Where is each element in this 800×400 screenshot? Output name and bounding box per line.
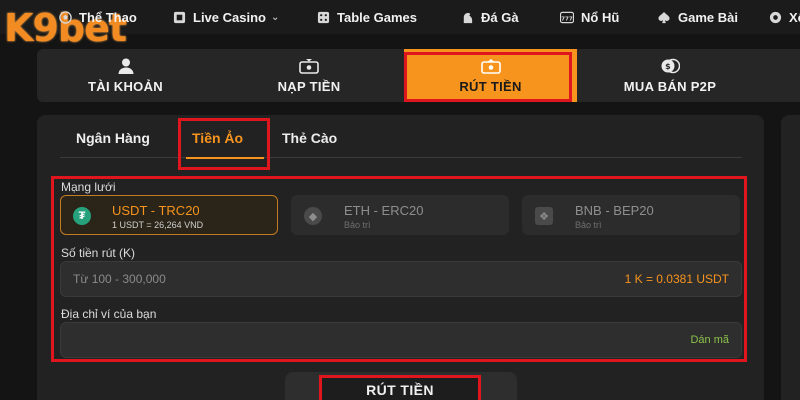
- nav-item-label: Xổ: [789, 9, 800, 25]
- nav-item-live-casino[interactable]: Live Casino ⌄: [172, 0, 279, 34]
- tab-label: MUA BÁN P2P: [623, 79, 717, 94]
- network-option-usdt-trc20[interactable]: ₮ USDT - TRC20 1 USDT = 26,264 VND: [60, 195, 278, 235]
- conversion-rate: 1 K = 0.0381 USDT: [624, 272, 729, 286]
- nav-item-table-games[interactable]: Table Games: [316, 0, 417, 34]
- wallet-address-input[interactable]: Dán mã: [60, 322, 742, 358]
- user-icon: [116, 57, 136, 75]
- withdraw-submit-button[interactable]: RÚT TIỀN: [322, 378, 478, 400]
- lottery-icon: [768, 10, 782, 24]
- network-option-bnb-bep20[interactable]: ❖ BNB - BEP20 Bảo trì: [522, 195, 740, 235]
- top-navigation: K9bet Thể Thao Live Casino ⌄ Table Games…: [0, 0, 800, 50]
- tab-bank[interactable]: Ngân Hàng: [76, 130, 150, 154]
- tether-icon: ₮: [73, 207, 91, 225]
- tab-label: NẠP TIỀN: [277, 79, 341, 94]
- nav-item-label: Đá Gà: [481, 9, 519, 25]
- network-label: Mạng lưới: [61, 180, 116, 194]
- amount-input[interactable]: Từ 100 - 300,000 1 K = 0.0381 USDT: [60, 261, 742, 297]
- tab-withdraw[interactable]: RÚT TIỀN: [404, 49, 577, 102]
- tab-p2p[interactable]: $ MUA BÁN P2P: [577, 49, 763, 102]
- network-status: Bảo trì: [575, 220, 602, 230]
- tab-scratch-card[interactable]: Thẻ Cào: [282, 130, 337, 154]
- slot-777-icon: 777: [560, 10, 574, 24]
- ethereum-icon: ◆: [304, 207, 322, 225]
- network-name: BNB - BEP20: [575, 203, 654, 218]
- amount-placeholder: Từ 100 - 300,000: [73, 272, 166, 286]
- tab-deposit[interactable]: NẠP TIỀN: [214, 49, 404, 102]
- wallet-in-icon: [299, 57, 319, 75]
- chevron-down-icon: ⌄: [270, 11, 280, 23]
- dice-icon: [316, 10, 330, 24]
- nav-item-card-games[interactable]: Game Bài: [657, 0, 738, 34]
- nav-item-label: Nổ Hũ: [581, 9, 620, 25]
- paste-button[interactable]: Dán mã: [690, 334, 729, 346]
- tab-divider: [60, 157, 742, 158]
- network-rate: 1 USDT = 26,264 VND: [112, 220, 204, 230]
- soccer-ball-icon: [58, 10, 72, 24]
- network-name: USDT - TRC20: [112, 203, 200, 218]
- wallet-out-icon: [480, 57, 501, 75]
- network-name: ETH - ERC20: [344, 203, 424, 218]
- nav-item-label: Game Bài: [678, 9, 738, 25]
- network-option-eth-erc20[interactable]: ◆ ETH - ERC20 Bảo trì: [291, 195, 509, 235]
- spade-icon: [657, 10, 671, 24]
- nav-item-label: Live Casino: [193, 9, 266, 25]
- side-panel: [781, 115, 800, 400]
- svg-text:$: $: [665, 62, 671, 71]
- tab-crypto[interactable]: Tiền Ảo: [192, 130, 243, 154]
- nav-item-slots[interactable]: 777 Nổ Hũ: [560, 0, 619, 34]
- tab-label: RÚT TIỀN: [459, 79, 522, 94]
- casino-chip-icon: [172, 10, 186, 24]
- rooster-icon: [460, 10, 474, 24]
- coins-icon: $: [660, 57, 680, 75]
- svg-text:777: 777: [561, 16, 573, 22]
- nav-item-lottery[interactable]: Xổ: [768, 0, 800, 34]
- network-status: Bảo trì: [344, 220, 371, 230]
- bnb-icon: ❖: [535, 207, 553, 225]
- nav-item-cockfight[interactable]: Đá Gà: [460, 0, 519, 34]
- nav-item-sports[interactable]: Thể Thao: [58, 0, 137, 34]
- nav-item-label: Thể Thao: [79, 9, 137, 25]
- wallet-address-label: Địa chỉ ví của bạn: [61, 307, 157, 321]
- amount-label: Số tiền rút (K): [61, 246, 136, 260]
- tab-account[interactable]: TÀI KHOẢN: [37, 49, 214, 102]
- nav-item-label: Table Games: [337, 9, 417, 25]
- active-tab-indicator: [186, 157, 264, 159]
- tab-label: TÀI KHOẢN: [88, 79, 163, 94]
